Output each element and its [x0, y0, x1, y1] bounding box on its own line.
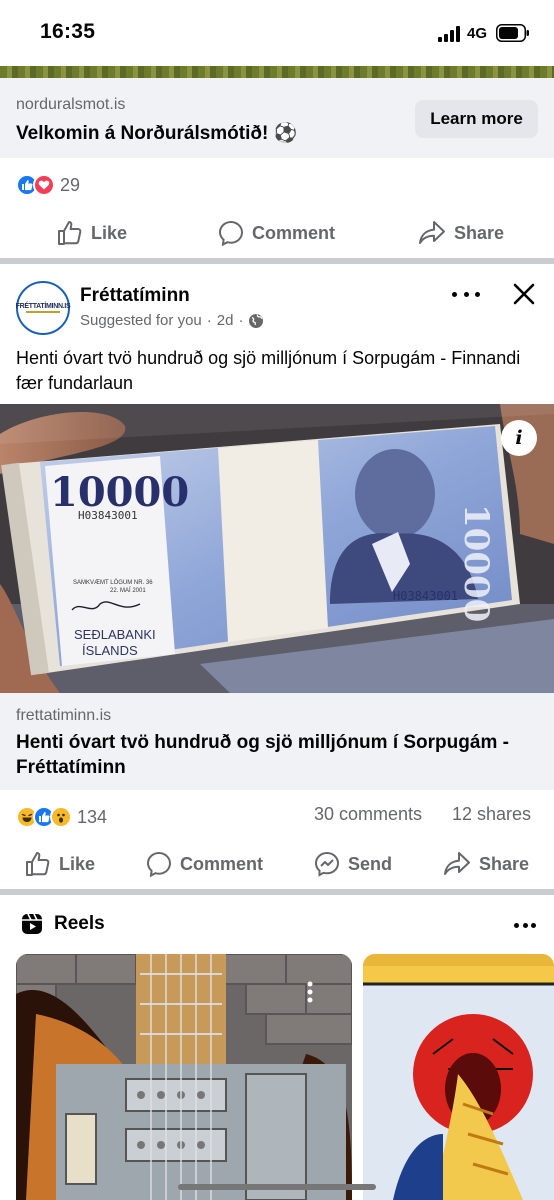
- feed-divider: [0, 258, 554, 264]
- comment-bubble-icon: [146, 851, 172, 877]
- reaction-count: 29: [60, 174, 81, 195]
- comments-count[interactable]: 30 comments: [314, 804, 422, 830]
- post-reaction-summary[interactable]: 134: [16, 804, 107, 830]
- ad-image-bottom[interactable]: [0, 66, 554, 78]
- ad-action-bar: Like Comment Share: [0, 208, 554, 258]
- globe-icon: [249, 313, 264, 328]
- reels-more-options-icon[interactable]: [514, 920, 536, 930]
- send-label: Send: [348, 853, 393, 874]
- feed-divider: [0, 889, 554, 895]
- comment-label: Comment: [252, 222, 336, 243]
- banknote-stack-illustration: 10000 H03843001 SAMKVÆMT LÖGUM NR. 36 22…: [0, 404, 554, 693]
- reels-icon: [22, 913, 42, 934]
- page-avatar[interactable]: FRÉTTATÍMINN.IS: [15, 281, 71, 335]
- battery-icon: [496, 24, 529, 42]
- meta-dot: ·: [206, 312, 212, 329]
- post-action-bar: Like Comment Send Share: [0, 839, 554, 889]
- learn-more-button[interactable]: Learn more: [415, 100, 538, 138]
- like-button[interactable]: Like: [57, 220, 127, 246]
- status-time: 16:35: [40, 20, 96, 43]
- share-button[interactable]: Share: [443, 851, 529, 877]
- network-type: 4G: [467, 25, 488, 42]
- reaction-count: 134: [77, 806, 108, 827]
- messenger-icon: [314, 851, 340, 877]
- share-label: Share: [479, 853, 530, 874]
- banknote-law-text: SAMKVÆMT LÖGUM NR. 36: [73, 579, 153, 586]
- banknote-bank-country: ÍSLANDS: [82, 643, 138, 658]
- post-more-options-icon[interactable]: [452, 283, 480, 305]
- share-label: Share: [454, 222, 505, 243]
- send-button[interactable]: Send: [314, 851, 392, 877]
- post-time[interactable]: 2d: [217, 312, 234, 329]
- comment-label: Comment: [180, 853, 264, 874]
- like-button[interactable]: Like: [25, 851, 95, 877]
- share-button[interactable]: Share: [418, 220, 504, 246]
- banknote-law-date: 22. MAÍ 2001: [110, 587, 146, 594]
- thumbs-up-icon: [58, 221, 82, 245]
- comment-bubble-icon: [218, 220, 244, 246]
- comment-button[interactable]: Comment: [218, 220, 335, 246]
- info-icon[interactable]: i: [501, 420, 537, 456]
- ad-title[interactable]: Velkomin á Norðurálsmótið! ⚽: [16, 121, 297, 145]
- reels-title: Reels: [54, 913, 105, 934]
- wow-reaction-icon: [50, 806, 72, 828]
- banknote-serial-right: H03843001: [393, 589, 458, 603]
- close-icon[interactable]: [512, 282, 536, 306]
- post-meta: Suggested for you · 2d ·: [80, 312, 264, 329]
- love-reaction-icon: [33, 174, 55, 196]
- reel-thumbnail-guitar[interactable]: [16, 954, 352, 1200]
- share-arrow-icon: [444, 852, 470, 875]
- ad-domain: norduralsmot.is: [16, 96, 126, 113]
- link-domain: frettatiminn.is: [16, 707, 112, 724]
- suggested-label: Suggested for you: [80, 312, 202, 329]
- post-text: Henti óvart tvö hundruð og sjö milljónum…: [16, 348, 521, 393]
- ad-reaction-summary[interactable]: 29: [16, 172, 80, 198]
- avatar-logo-text: FRÉTTATÍMINN.IS: [15, 303, 71, 310]
- meta-dot: ·: [238, 312, 244, 329]
- banknote-bank-name: SEÐLABANKI: [74, 627, 156, 642]
- thumbs-up-icon: [26, 852, 50, 876]
- comment-button[interactable]: Comment: [146, 851, 263, 877]
- shares-count[interactable]: 12 shares: [452, 804, 531, 830]
- link-title[interactable]: Henti óvart tvö hundruð og sjö milljónum…: [16, 730, 541, 780]
- avatar-logo-rule: [26, 311, 60, 313]
- like-label: Like: [91, 222, 128, 243]
- comic-illustration: [363, 954, 554, 1200]
- page-name[interactable]: Fréttatíminn: [80, 285, 190, 307]
- home-indicator[interactable]: [178, 1184, 376, 1190]
- status-bar: 16:35 4G: [0, 0, 554, 66]
- like-label: Like: [59, 853, 96, 874]
- guitar-illustration: [16, 954, 352, 1200]
- banknote-value-vertical: 10000: [456, 504, 496, 622]
- reel-options-icon[interactable]: [306, 980, 314, 1004]
- reel-thumbnail-comic[interactable]: [363, 954, 554, 1200]
- cellular-signal-icon: [438, 26, 460, 42]
- post-image[interactable]: 10000 H03843001 SAMKVÆMT LÖGUM NR. 36 22…: [0, 404, 554, 693]
- banknote-serial-left: H03843001: [78, 509, 138, 522]
- reels-header[interactable]: Reels: [20, 912, 105, 936]
- share-arrow-icon: [419, 221, 445, 244]
